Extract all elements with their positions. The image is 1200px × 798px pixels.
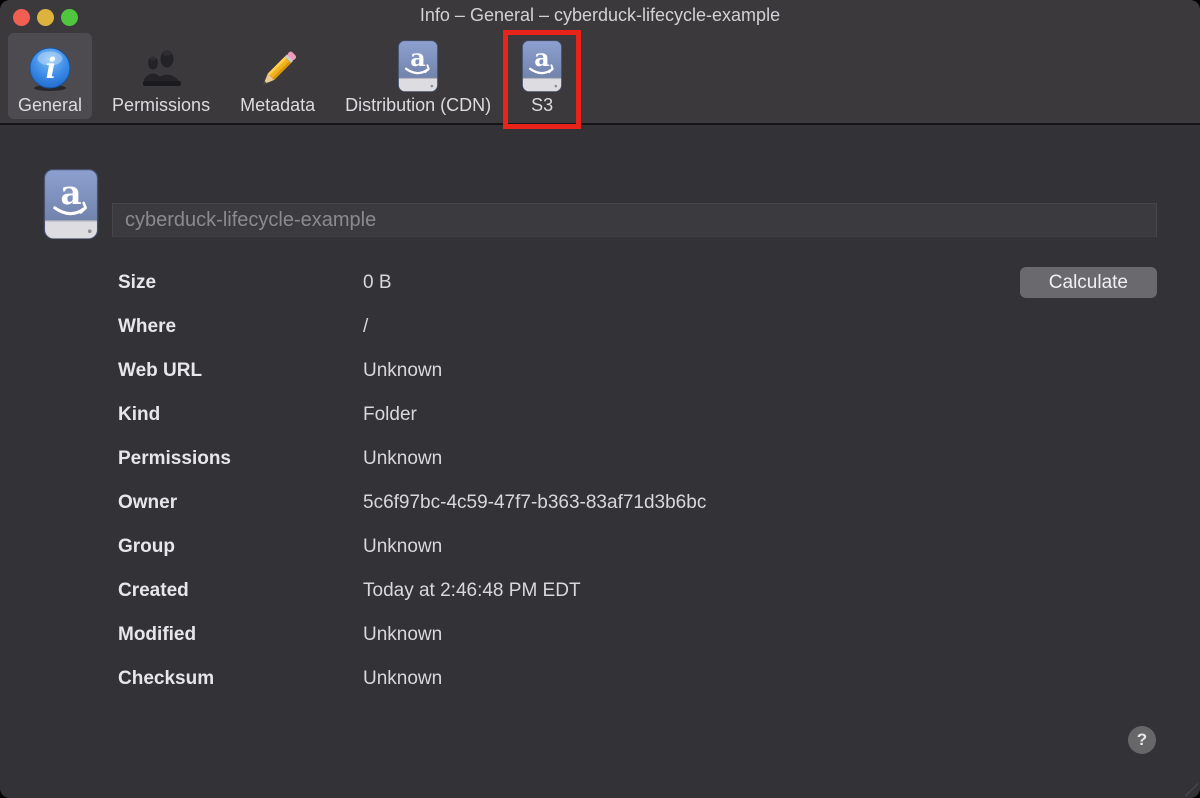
detail-row-modified: Modified Unknown [118,613,1200,657]
info-icon: i [28,40,72,92]
tab-label-metadata: Metadata [240,95,315,116]
detail-row-created: Created Today at 2:46:48 PM EDT [118,569,1200,613]
titlebar: Info – General – cyberduck-lifecycle-exa… [0,0,1200,28]
people-icon [137,40,185,92]
row-label: Permissions [118,448,363,470]
row-label: Created [118,580,363,602]
general-panel: a Size 0 B Where / Web URL Unknown Kind … [0,125,1200,798]
row-value: Unknown [363,624,1200,646]
tab-label-distribution-cdn: Distribution (CDN) [345,95,491,116]
filename-input[interactable] [112,203,1157,237]
amazon-drive-icon: a [42,169,100,239]
tab-label-general: General [18,95,82,116]
info-window: Info – General – cyberduck-lifecycle-exa… [0,0,1200,798]
row-label: Size [118,272,363,294]
detail-row-kind: Kind Folder [118,393,1200,437]
amazon-drive-icon: a [397,40,439,92]
row-value: / [363,316,1200,338]
svg-text:a: a [410,44,425,72]
svg-text:i: i [46,52,57,85]
row-value: Folder [363,404,1200,426]
row-value: Unknown [363,448,1200,470]
details-list: Size 0 B Where / Web URL Unknown Kind Fo… [0,261,1200,701]
amazon-drive-icon: a [521,40,563,92]
row-value: Unknown [363,668,1200,690]
resize-grip[interactable] [1182,780,1198,796]
detail-row-permissions: Permissions Unknown [118,437,1200,481]
detail-row-checksum: Checksum Unknown [118,657,1200,701]
calculate-button[interactable]: Calculate [1020,267,1157,298]
tab-s3[interactable]: a S3 [511,33,573,119]
row-label: Kind [118,404,363,426]
row-label: Modified [118,624,363,646]
row-label: Owner [118,492,363,514]
window-title: Info – General – cyberduck-lifecycle-exa… [0,0,1200,28]
toolbar-tabs: i General [8,33,573,119]
row-value: Unknown [363,360,1200,382]
svg-text:a: a [61,174,82,212]
tab-label-permissions: Permissions [112,95,210,116]
detail-row-group: Group Unknown [118,525,1200,569]
pencil-icon [255,40,301,92]
svg-text:a: a [534,44,549,72]
row-value: 5c6f97bc-4c59-47f7-b363-83af71d3b6bc [363,492,1200,514]
row-label: Checksum [118,668,363,690]
row-label: Group [118,536,363,558]
help-button[interactable]: ? [1128,726,1156,754]
row-value: Today at 2:46:48 PM EDT [363,580,1200,602]
tab-general[interactable]: i General [8,33,92,119]
detail-row-where: Where / [118,305,1200,349]
tab-metadata[interactable]: Metadata [230,33,325,119]
tab-distribution-cdn[interactable]: a Distribution (CDN) [335,33,501,119]
row-value: Unknown [363,536,1200,558]
tab-permissions[interactable]: Permissions [102,33,220,119]
toolbar: i General [0,28,1200,125]
detail-row-owner: Owner 5c6f97bc-4c59-47f7-b363-83af71d3b6… [118,481,1200,525]
detail-row-web-url: Web URL Unknown [118,349,1200,393]
row-label: Where [118,316,363,338]
tab-label-s3: S3 [531,95,553,116]
row-label: Web URL [118,360,363,382]
